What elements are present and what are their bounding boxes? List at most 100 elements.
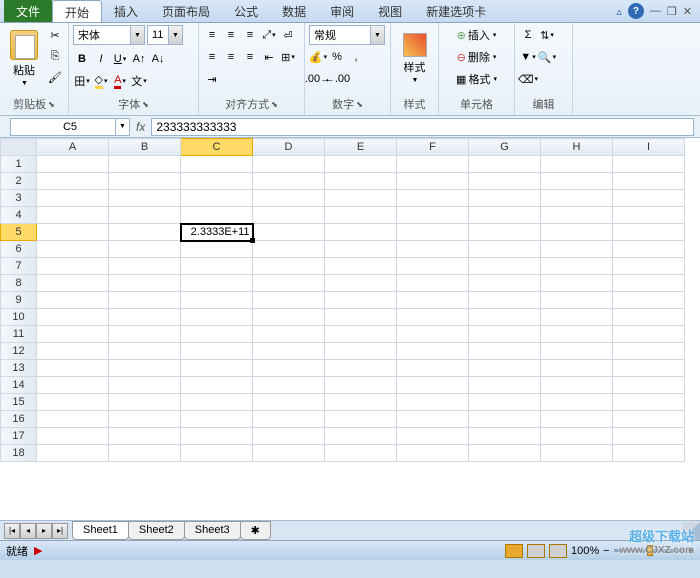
cell-D11[interactable]	[253, 326, 325, 343]
cell-C6[interactable]	[181, 241, 253, 258]
tab-review[interactable]: 审阅	[318, 0, 366, 22]
delete-cells-button[interactable]: ⊖删除▾	[443, 47, 510, 67]
cell-D8[interactable]	[253, 275, 325, 292]
col-header-G[interactable]: G	[469, 139, 541, 156]
cell-B18[interactable]	[109, 445, 181, 462]
cell-F8[interactable]	[397, 275, 469, 292]
cell-D6[interactable]	[253, 241, 325, 258]
cell-A18[interactable]	[37, 445, 109, 462]
cell-B6[interactable]	[109, 241, 181, 258]
font-size-combo[interactable]: 11▼	[147, 25, 183, 45]
window-restore-icon[interactable]: ❐	[667, 5, 677, 18]
view-break-button[interactable]	[549, 544, 567, 558]
cell-E5[interactable]	[325, 224, 397, 241]
cell-I6[interactable]	[613, 241, 685, 258]
tab-home[interactable]: 开始	[52, 0, 102, 22]
cell-I9[interactable]	[613, 292, 685, 309]
cell-B17[interactable]	[109, 428, 181, 445]
indent-dec-button[interactable]: ⇤	[260, 47, 278, 67]
cell-B12[interactable]	[109, 343, 181, 360]
cell-C5[interactable]: 2.3333E+11	[181, 224, 253, 241]
cell-H12[interactable]	[541, 343, 613, 360]
cell-C1[interactable]	[181, 156, 253, 173]
expand-icon[interactable]: ⬊	[356, 100, 363, 109]
cell-C2[interactable]	[181, 173, 253, 190]
cell-I12[interactable]	[613, 343, 685, 360]
cell-D3[interactable]	[253, 190, 325, 207]
cell-G10[interactable]	[469, 309, 541, 326]
cell-C11[interactable]	[181, 326, 253, 343]
cell-F5[interactable]	[397, 224, 469, 241]
cell-H2[interactable]	[541, 173, 613, 190]
dec-decimal-button[interactable]: ←.00	[328, 69, 346, 89]
cell-D10[interactable]	[253, 309, 325, 326]
cell-D16[interactable]	[253, 411, 325, 428]
cell-B11[interactable]	[109, 326, 181, 343]
cell-I2[interactable]	[613, 173, 685, 190]
cell-F12[interactable]	[397, 343, 469, 360]
cell-G11[interactable]	[469, 326, 541, 343]
cell-B16[interactable]	[109, 411, 181, 428]
row-header-3[interactable]: 3	[1, 190, 37, 207]
cell-H11[interactable]	[541, 326, 613, 343]
cell-H14[interactable]	[541, 377, 613, 394]
row-header-18[interactable]: 18	[1, 445, 37, 462]
tab-formulas[interactable]: 公式	[222, 0, 270, 22]
align-middle-button[interactable]: ≡	[222, 25, 240, 45]
cell-F2[interactable]	[397, 173, 469, 190]
cell-I15[interactable]	[613, 394, 685, 411]
cell-B9[interactable]	[109, 292, 181, 309]
cell-A15[interactable]	[37, 394, 109, 411]
fx-icon[interactable]: fx	[136, 120, 145, 134]
percent-button[interactable]: %	[328, 47, 346, 67]
font-grow-button[interactable]: A↑	[130, 49, 148, 69]
cell-A3[interactable]	[37, 190, 109, 207]
italic-button[interactable]: I	[92, 49, 110, 69]
cell-I10[interactable]	[613, 309, 685, 326]
phonetic-button[interactable]: 文▾	[130, 71, 148, 91]
tab-insert[interactable]: 插入	[102, 0, 150, 22]
cell-I1[interactable]	[613, 156, 685, 173]
align-bottom-button[interactable]: ≡	[241, 25, 259, 45]
cell-B13[interactable]	[109, 360, 181, 377]
cell-G18[interactable]	[469, 445, 541, 462]
cell-G16[interactable]	[469, 411, 541, 428]
number-format-combo[interactable]: 常规▼	[309, 25, 385, 45]
cell-E6[interactable]	[325, 241, 397, 258]
row-header-10[interactable]: 10	[1, 309, 37, 326]
file-tab[interactable]: 文件	[4, 0, 52, 22]
window-min-icon[interactable]: —	[650, 5, 661, 17]
clear-button[interactable]: ⌫▾	[519, 69, 537, 89]
font-color-button[interactable]: A▾	[111, 71, 129, 91]
row-header-1[interactable]: 1	[1, 156, 37, 173]
cell-B1[interactable]	[109, 156, 181, 173]
cell-F17[interactable]	[397, 428, 469, 445]
cell-G15[interactable]	[469, 394, 541, 411]
cell-B2[interactable]	[109, 173, 181, 190]
cell-G14[interactable]	[469, 377, 541, 394]
col-header-C[interactable]: C	[181, 139, 253, 156]
cell-A7[interactable]	[37, 258, 109, 275]
cell-D17[interactable]	[253, 428, 325, 445]
cell-F1[interactable]	[397, 156, 469, 173]
bold-button[interactable]: B	[73, 49, 91, 69]
align-top-button[interactable]: ≡	[203, 25, 221, 45]
cell-E17[interactable]	[325, 428, 397, 445]
col-header-H[interactable]: H	[541, 139, 613, 156]
cell-A4[interactable]	[37, 207, 109, 224]
cell-E9[interactable]	[325, 292, 397, 309]
row-header-7[interactable]: 7	[1, 258, 37, 275]
cell-C18[interactable]	[181, 445, 253, 462]
cell-B10[interactable]	[109, 309, 181, 326]
cell-F7[interactable]	[397, 258, 469, 275]
cell-C10[interactable]	[181, 309, 253, 326]
cell-C16[interactable]	[181, 411, 253, 428]
insert-cells-button[interactable]: ⊕插入▾	[443, 25, 510, 45]
cell-D12[interactable]	[253, 343, 325, 360]
cell-H3[interactable]	[541, 190, 613, 207]
underline-button[interactable]: U▾	[111, 49, 129, 69]
cell-E14[interactable]	[325, 377, 397, 394]
expand-icon[interactable]: ⬊	[142, 100, 149, 109]
zoom-out-button[interactable]: −	[603, 545, 609, 557]
cell-H5[interactable]	[541, 224, 613, 241]
